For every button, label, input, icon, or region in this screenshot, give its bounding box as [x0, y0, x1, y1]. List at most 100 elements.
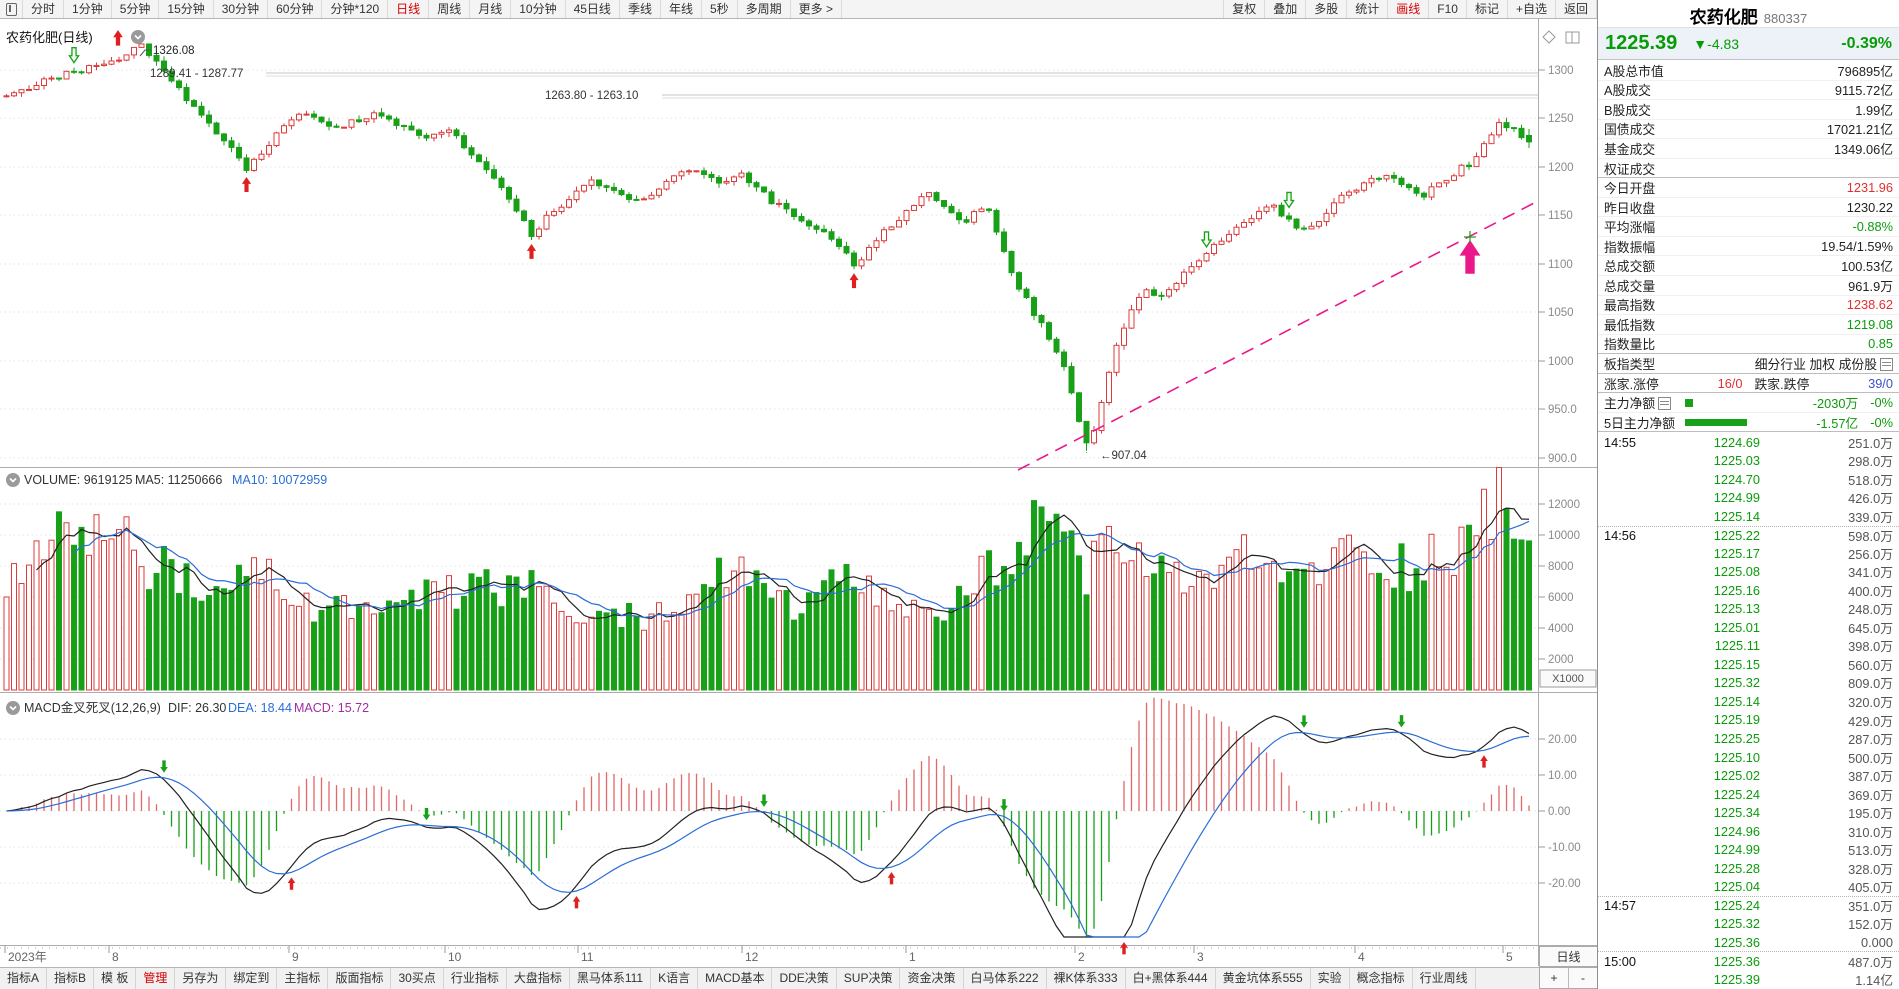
- svg-text:6000: 6000: [1548, 592, 1574, 604]
- tick-row[interactable]: 1225.360.000: [1598, 933, 1899, 952]
- tab-MACD基本[interactable]: MACD基本: [698, 968, 772, 989]
- tool-items: 复权叠加多股统计画线F10标记+自选返回: [1223, 0, 1597, 18]
- period-15分钟[interactable]: 15分钟: [159, 0, 213, 18]
- window-icon[interactable]: [0, 0, 23, 18]
- period-60分钟[interactable]: 60分钟: [268, 0, 322, 18]
- stat-row: 最高指数1238.62: [1598, 296, 1899, 316]
- tab-白马体系222[interactable]: 白马体系222: [964, 968, 1047, 989]
- period-label-box[interactable]: 日线: [1539, 946, 1597, 967]
- period-分时[interactable]: 分时: [23, 0, 64, 18]
- period-周线[interactable]: 周线: [429, 0, 470, 18]
- tool-标记[interactable]: 标记: [1467, 0, 1508, 18]
- tab-版面指标[interactable]: 版面指标: [328, 968, 391, 989]
- svg-text:4000: 4000: [1548, 623, 1574, 635]
- tab-行业指标[interactable]: 行业指标: [444, 968, 507, 989]
- tab-30买点[interactable]: 30买点: [391, 968, 443, 989]
- period-多周期[interactable]: 多周期: [738, 0, 791, 18]
- tick-row[interactable]: 1225.15560.0万: [1598, 655, 1899, 674]
- tick-row[interactable]: 1225.13248.0万: [1598, 600, 1899, 619]
- stat-row: B股成交1.99亿: [1598, 100, 1899, 120]
- tab-裸K体系333[interactable]: 裸K体系333: [1047, 968, 1126, 989]
- stat-row: 基金成交1349.06亿: [1598, 139, 1899, 159]
- tick-row[interactable]: 1225.10500.0万: [1598, 748, 1899, 767]
- tab-指标B[interactable]: 指标B: [47, 968, 94, 989]
- stat-row: 总成交量961.9万: [1598, 276, 1899, 296]
- tick-row[interactable]: 15:001225.36487.0万: [1598, 951, 1899, 970]
- period-5分钟[interactable]: 5分钟: [112, 0, 160, 18]
- tick-row[interactable]: 1225.32152.0万: [1598, 914, 1899, 933]
- tick-row[interactable]: 1225.16400.0万: [1598, 581, 1899, 600]
- tab-实验[interactable]: 实验: [1311, 968, 1350, 989]
- tick-row[interactable]: 14:561225.22598.0万: [1598, 526, 1899, 545]
- tool-F10[interactable]: F10: [1429, 0, 1467, 18]
- tick-row[interactable]: 1224.99426.0万: [1598, 489, 1899, 508]
- tick-row[interactable]: 1225.32809.0万: [1598, 674, 1899, 693]
- period-分钟*120[interactable]: 分钟*120: [322, 0, 388, 18]
- tab-主指标[interactable]: 主指标: [277, 968, 328, 989]
- tick-row[interactable]: 1225.11398.0万: [1598, 637, 1899, 656]
- tick-row[interactable]: 1225.24369.0万: [1598, 785, 1899, 804]
- period-1分钟[interactable]: 1分钟: [64, 0, 112, 18]
- tab-概念指标[interactable]: 概念指标: [1350, 968, 1413, 989]
- tick-row[interactable]: 1225.28328.0万: [1598, 859, 1899, 878]
- tab-绑定到[interactable]: 绑定到: [226, 968, 277, 989]
- tab-黑马体系111[interactable]: 黑马体系111: [570, 968, 651, 989]
- zoom-in-button[interactable]: +: [1540, 968, 1569, 988]
- tick-row[interactable]: 14:571225.24351.0万: [1598, 896, 1899, 915]
- svg-text:MA10: 10072959: MA10: 10072959: [232, 473, 327, 487]
- tick-row[interactable]: 1225.17256.0万: [1598, 544, 1899, 563]
- tool-+自选[interactable]: +自选: [1508, 0, 1556, 18]
- tab-管理[interactable]: 管理: [136, 968, 175, 989]
- tick-row[interactable]: 1225.14320.0万: [1598, 692, 1899, 711]
- tick-row[interactable]: 1225.04405.0万: [1598, 877, 1899, 896]
- tick-row[interactable]: 1225.391.14亿: [1598, 970, 1899, 989]
- svg-text:1100: 1100: [1548, 259, 1573, 271]
- tab-DDE决策[interactable]: DDE决策: [772, 968, 836, 989]
- chart-canvas[interactable]: 1300125012001150110010501000950.0900.012…: [0, 0, 1597, 989]
- tab-指标A[interactable]: 指标A: [0, 968, 47, 989]
- tab-行业周线[interactable]: 行业周线: [1413, 968, 1476, 989]
- tool-多股[interactable]: 多股: [1306, 0, 1347, 18]
- tab-黄金坑体系555[interactable]: 黄金坑体系555: [1216, 968, 1311, 989]
- tool-叠加[interactable]: 叠加: [1265, 0, 1306, 18]
- tick-row[interactable]: 1225.19429.0万: [1598, 711, 1899, 730]
- tick-row[interactable]: 1225.01645.0万: [1598, 618, 1899, 637]
- period-更多 >[interactable]: 更多 >: [791, 0, 842, 18]
- tab-大盘指标[interactable]: 大盘指标: [507, 968, 570, 989]
- tool-统计[interactable]: 统计: [1347, 0, 1388, 18]
- tab-另存为[interactable]: 另存为: [175, 968, 226, 989]
- tool-画线[interactable]: 画线: [1388, 0, 1429, 18]
- tab-SUP决策[interactable]: SUP决策: [837, 968, 901, 989]
- tick-row[interactable]: 1224.99513.0万: [1598, 840, 1899, 859]
- tab-模 板[interactable]: 模 板: [94, 968, 136, 989]
- tab-K语言[interactable]: K语言: [651, 968, 698, 989]
- tool-复权[interactable]: 复权: [1224, 0, 1265, 18]
- period-年线[interactable]: 年线: [661, 0, 702, 18]
- tab-白+黑体系444[interactable]: 白+黑体系444: [1126, 968, 1216, 989]
- tick-row[interactable]: 14:551224.69251.0万: [1598, 433, 1899, 452]
- price-change-pct: -0.39%: [1841, 35, 1892, 53]
- svg-text:10: 10: [448, 950, 462, 964]
- tick-row[interactable]: 1225.34195.0万: [1598, 803, 1899, 822]
- tick-row[interactable]: 1225.08341.0万: [1598, 563, 1899, 582]
- stat-row: 主力净额-2030万-0%: [1598, 393, 1899, 413]
- tick-row[interactable]: 1225.25287.0万: [1598, 729, 1899, 748]
- svg-text:10000: 10000: [1548, 530, 1580, 542]
- tool-返回[interactable]: 返回: [1556, 0, 1597, 18]
- period-日线[interactable]: 日线: [388, 0, 429, 18]
- period-10分钟[interactable]: 10分钟: [511, 0, 565, 18]
- tab-资金决策[interactable]: 资金决策: [900, 968, 963, 989]
- tick-row[interactable]: 1224.96310.0万: [1598, 822, 1899, 841]
- tick-row[interactable]: 1225.02387.0万: [1598, 766, 1899, 785]
- tick-row[interactable]: 1225.03298.0万: [1598, 452, 1899, 471]
- period-5秒[interactable]: 5秒: [702, 0, 738, 18]
- svg-text:10.00: 10.00: [1548, 770, 1577, 782]
- zoom-out-button[interactable]: -: [1569, 968, 1597, 988]
- tick-row[interactable]: 1225.14339.0万: [1598, 507, 1899, 526]
- tick-row[interactable]: 1224.70518.0万: [1598, 470, 1899, 489]
- period-季线[interactable]: 季线: [620, 0, 661, 18]
- period-30分钟[interactable]: 30分钟: [214, 0, 268, 18]
- price-change: ▼-4.83: [1693, 36, 1739, 52]
- period-月线[interactable]: 月线: [470, 0, 511, 18]
- period-45日线[interactable]: 45日线: [566, 0, 620, 18]
